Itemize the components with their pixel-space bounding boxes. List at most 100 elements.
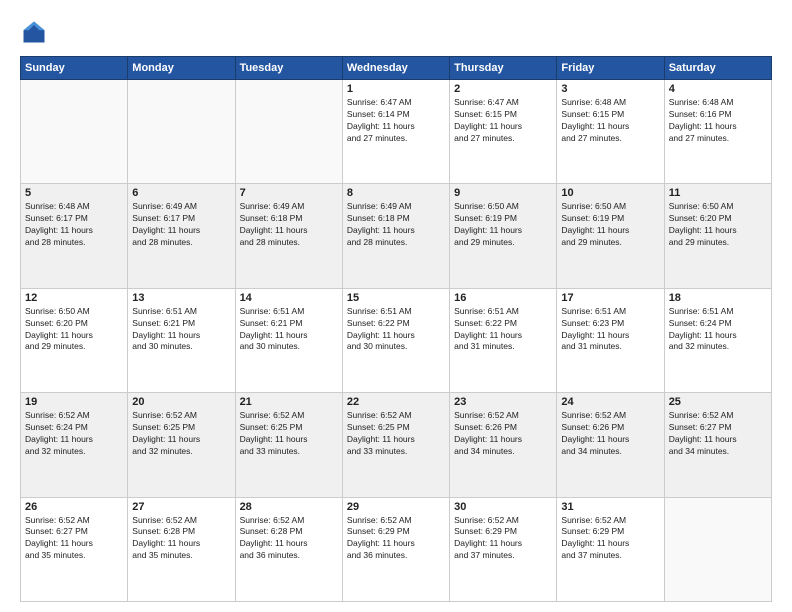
calendar-cell: 24 Sunrise: 6:52 AM Sunset: 6:26 PM Dayli… — [557, 393, 664, 497]
day-info: Sunrise: 6:51 AM Sunset: 6:21 PM Dayligh… — [132, 306, 230, 354]
day-info: Sunrise: 6:49 AM Sunset: 6:17 PM Dayligh… — [132, 201, 230, 249]
calendar-cell: 18 Sunrise: 6:51 AM Sunset: 6:24 PM Dayli… — [664, 288, 771, 392]
day-info: Sunrise: 6:52 AM Sunset: 6:27 PM Dayligh… — [669, 410, 767, 458]
calendar-cell: 14Sunrise: 6:51 AM Sunset: 6:21 PM Dayli… — [235, 288, 342, 392]
day-number: 21 — [240, 396, 338, 408]
page: SundayMondayTuesdayWednesdayThursdayFrid… — [0, 0, 792, 612]
header — [20, 18, 772, 46]
day-number: 24 — [561, 396, 659, 408]
day-number: 31 — [561, 501, 659, 513]
day-info: Sunrise: 6:52 AM Sunset: 6:27 PM Dayligh… — [25, 515, 123, 563]
day-info: Sunrise: 6:50 AM Sunset: 6:20 PM Dayligh… — [669, 201, 767, 249]
day-info: Sunrise: 6:51 AM Sunset: 6:22 PM Dayligh… — [454, 306, 552, 354]
day-info: Sunrise: 6:49 AM Sunset: 6:18 PM Dayligh… — [240, 201, 338, 249]
calendar-header-thursday: Thursday — [450, 57, 557, 80]
calendar-cell: 19 Sunrise: 6:52 AM Sunset: 6:24 PM Dayli… — [21, 393, 128, 497]
calendar-cell: 2 Sunrise: 6:47 AM Sunset: 6:15 PM Daylig… — [450, 80, 557, 184]
calendar-week-3: 12 Sunrise: 6:50 AM Sunset: 6:20 PM Dayli… — [21, 288, 772, 392]
calendar-week-1: 1 Sunrise: 6:47 AM Sunset: 6:14 PM Daylig… — [21, 80, 772, 184]
day-info: Sunrise: 6:48 AM Sunset: 6:16 PM Dayligh… — [669, 97, 767, 145]
day-info: Sunrise: 6:47 AM Sunset: 6:14 PM Dayligh… — [347, 97, 445, 145]
day-info: Sunrise: 6:51 AM Sunset: 6:21 PM Dayligh… — [240, 306, 338, 354]
calendar-cell: 15 Sunrise: 6:51 AM Sunset: 6:22 PM Dayli… — [342, 288, 449, 392]
day-info: Sunrise: 6:51 AM Sunset: 6:22 PM Dayligh… — [347, 306, 445, 354]
calendar-cell: 3 Sunrise: 6:48 AM Sunset: 6:15 PM Daylig… — [557, 80, 664, 184]
day-info: Sunrise: 6:52 AM Sunset: 6:29 PM Dayligh… — [347, 515, 445, 563]
calendar-cell: 1 Sunrise: 6:47 AM Sunset: 6:14 PM Daylig… — [342, 80, 449, 184]
day-number: 16 — [454, 292, 552, 304]
day-info: Sunrise: 6:50 AM Sunset: 6:19 PM Dayligh… — [561, 201, 659, 249]
calendar-cell: 25 Sunrise: 6:52 AM Sunset: 6:27 PM Dayli… — [664, 393, 771, 497]
calendar-header-tuesday: Tuesday — [235, 57, 342, 80]
day-info: Sunrise: 6:50 AM Sunset: 6:20 PM Dayligh… — [25, 306, 123, 354]
calendar-header-row: SundayMondayTuesdayWednesdayThursdayFrid… — [21, 57, 772, 80]
calendar-cell: 16 Sunrise: 6:51 AM Sunset: 6:22 PM Dayli… — [450, 288, 557, 392]
day-number: 11 — [669, 187, 767, 199]
day-number: 1 — [347, 83, 445, 95]
day-info: Sunrise: 6:52 AM Sunset: 6:28 PM Dayligh… — [240, 515, 338, 563]
calendar-cell: 17Sunrise: 6:51 AM Sunset: 6:23 PM Dayli… — [557, 288, 664, 392]
calendar-cell: 23 Sunrise: 6:52 AM Sunset: 6:26 PM Dayli… — [450, 393, 557, 497]
calendar-cell: 22 Sunrise: 6:52 AM Sunset: 6:25 PM Dayli… — [342, 393, 449, 497]
day-number: 5 — [25, 187, 123, 199]
logo — [20, 18, 52, 46]
day-info: Sunrise: 6:52 AM Sunset: 6:25 PM Dayligh… — [347, 410, 445, 458]
day-info: Sunrise: 6:48 AM Sunset: 6:15 PM Dayligh… — [561, 97, 659, 145]
calendar-cell — [664, 497, 771, 601]
day-number: 18 — [669, 292, 767, 304]
day-number: 28 — [240, 501, 338, 513]
day-number: 29 — [347, 501, 445, 513]
calendar-header-saturday: Saturday — [664, 57, 771, 80]
calendar-cell: 30Sunrise: 6:52 AM Sunset: 6:29 PM Dayli… — [450, 497, 557, 601]
calendar-cell: 12 Sunrise: 6:50 AM Sunset: 6:20 PM Dayli… — [21, 288, 128, 392]
day-number: 3 — [561, 83, 659, 95]
day-info: Sunrise: 6:52 AM Sunset: 6:26 PM Dayligh… — [561, 410, 659, 458]
calendar-cell: 20Sunrise: 6:52 AM Sunset: 6:25 PM Dayli… — [128, 393, 235, 497]
calendar-cell — [21, 80, 128, 184]
calendar-cell: 28 Sunrise: 6:52 AM Sunset: 6:28 PM Dayli… — [235, 497, 342, 601]
day-info: Sunrise: 6:52 AM Sunset: 6:29 PM Dayligh… — [454, 515, 552, 563]
day-info: Sunrise: 6:52 AM Sunset: 6:29 PM Dayligh… — [561, 515, 659, 563]
calendar-header-wednesday: Wednesday — [342, 57, 449, 80]
day-info: Sunrise: 6:47 AM Sunset: 6:15 PM Dayligh… — [454, 97, 552, 145]
day-number: 12 — [25, 292, 123, 304]
day-number: 7 — [240, 187, 338, 199]
calendar-header-sunday: Sunday — [21, 57, 128, 80]
calendar-cell: 31 Sunrise: 6:52 AM Sunset: 6:29 PM Dayli… — [557, 497, 664, 601]
day-number: 6 — [132, 187, 230, 199]
day-info: Sunrise: 6:52 AM Sunset: 6:28 PM Dayligh… — [132, 515, 230, 563]
calendar-cell: 9 Sunrise: 6:50 AM Sunset: 6:19 PM Daylig… — [450, 184, 557, 288]
day-info: Sunrise: 6:49 AM Sunset: 6:18 PM Dayligh… — [347, 201, 445, 249]
calendar-cell: 27 Sunrise: 6:52 AM Sunset: 6:28 PM Dayli… — [128, 497, 235, 601]
day-number: 9 — [454, 187, 552, 199]
calendar-cell: 5Sunrise: 6:48 AM Sunset: 6:17 PM Daylig… — [21, 184, 128, 288]
day-info: Sunrise: 6:52 AM Sunset: 6:26 PM Dayligh… — [454, 410, 552, 458]
day-info: Sunrise: 6:52 AM Sunset: 6:25 PM Dayligh… — [240, 410, 338, 458]
day-number: 22 — [347, 396, 445, 408]
day-number: 8 — [347, 187, 445, 199]
logo-icon — [20, 18, 48, 46]
day-info: Sunrise: 6:52 AM Sunset: 6:24 PM Dayligh… — [25, 410, 123, 458]
day-info: Sunrise: 6:51 AM Sunset: 6:24 PM Dayligh… — [669, 306, 767, 354]
calendar-header-monday: Monday — [128, 57, 235, 80]
calendar-cell: 13Sunrise: 6:51 AM Sunset: 6:21 PM Dayli… — [128, 288, 235, 392]
day-info: Sunrise: 6:52 AM Sunset: 6:25 PM Dayligh… — [132, 410, 230, 458]
day-number: 19 — [25, 396, 123, 408]
day-info: Sunrise: 6:50 AM Sunset: 6:19 PM Dayligh… — [454, 201, 552, 249]
day-number: 2 — [454, 83, 552, 95]
calendar-cell: 26Sunrise: 6:52 AM Sunset: 6:27 PM Dayli… — [21, 497, 128, 601]
calendar-cell — [128, 80, 235, 184]
day-number: 10 — [561, 187, 659, 199]
day-number: 23 — [454, 396, 552, 408]
calendar-cell: 29 Sunrise: 6:52 AM Sunset: 6:29 PM Dayli… — [342, 497, 449, 601]
calendar-cell: 7 Sunrise: 6:49 AM Sunset: 6:18 PM Daylig… — [235, 184, 342, 288]
calendar-cell: 10 Sunrise: 6:50 AM Sunset: 6:19 PM Dayli… — [557, 184, 664, 288]
day-number: 15 — [347, 292, 445, 304]
calendar-table: SundayMondayTuesdayWednesdayThursdayFrid… — [20, 56, 772, 602]
day-number: 27 — [132, 501, 230, 513]
calendar-week-5: 26Sunrise: 6:52 AM Sunset: 6:27 PM Dayli… — [21, 497, 772, 601]
day-number: 4 — [669, 83, 767, 95]
day-number: 25 — [669, 396, 767, 408]
calendar-cell: 21 Sunrise: 6:52 AM Sunset: 6:25 PM Dayli… — [235, 393, 342, 497]
calendar-cell: 11 Sunrise: 6:50 AM Sunset: 6:20 PM Dayli… — [664, 184, 771, 288]
